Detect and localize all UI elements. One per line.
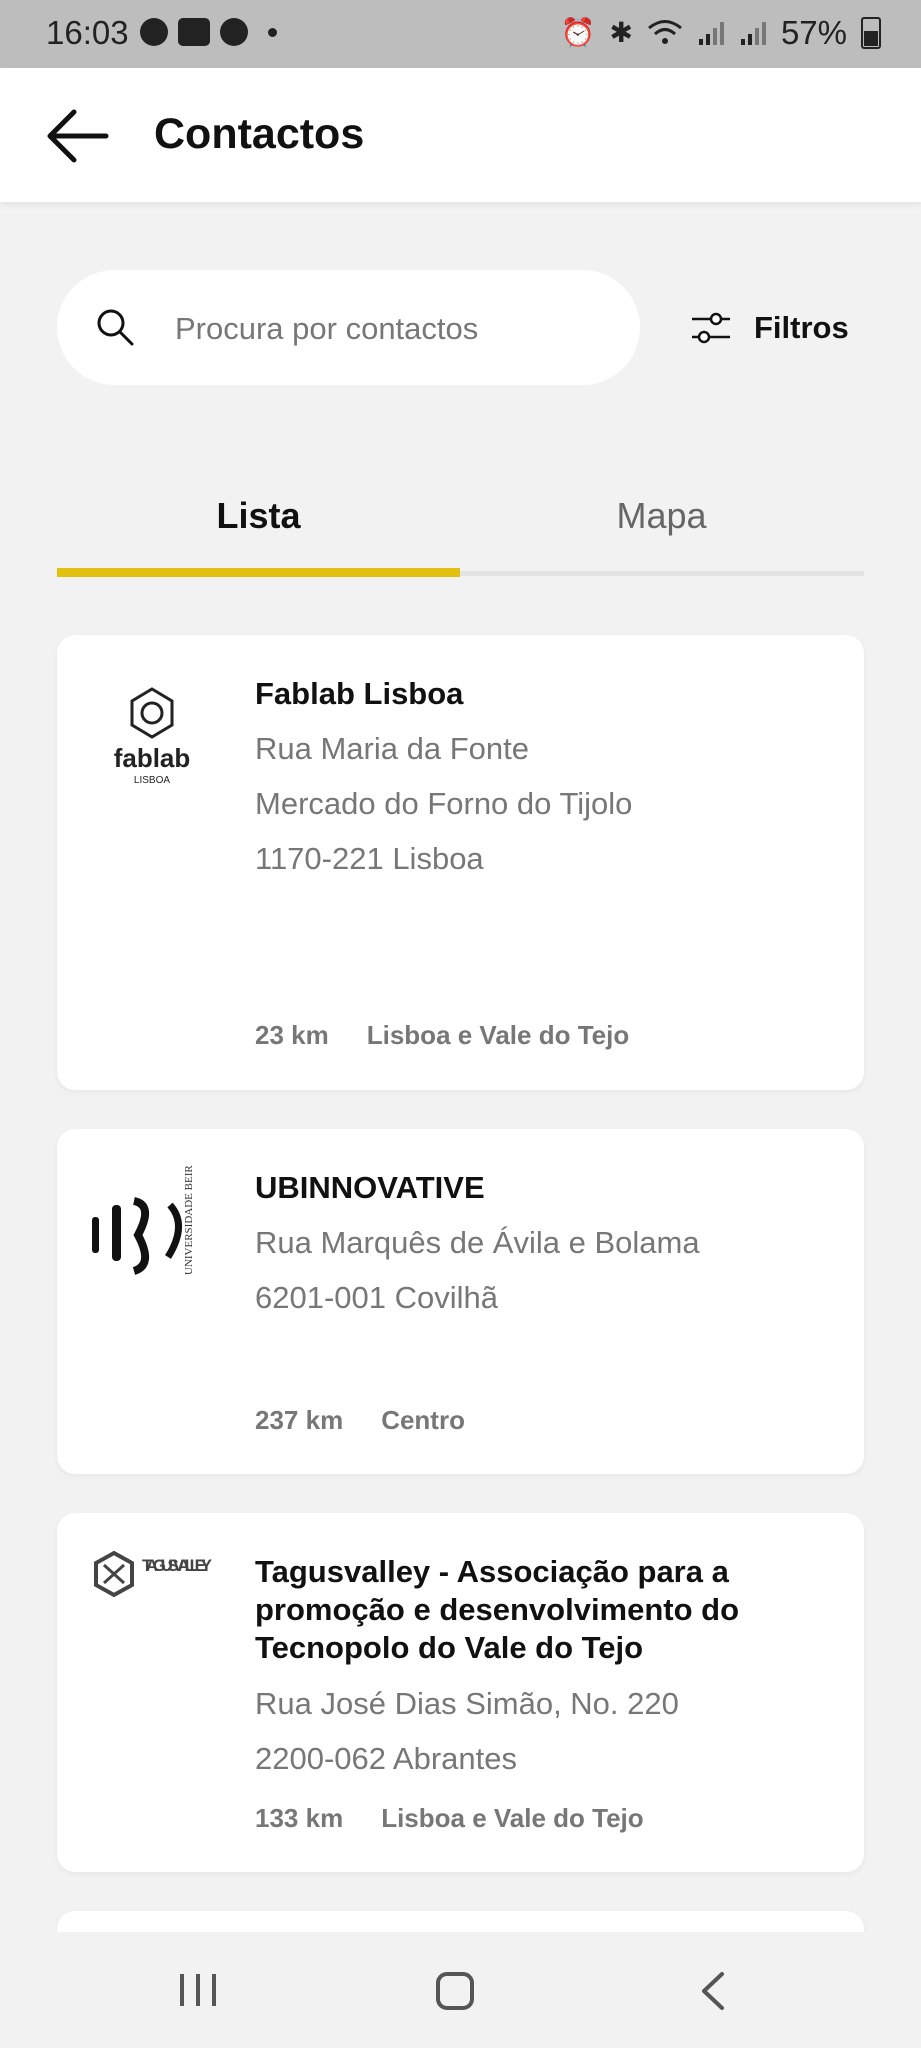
contact-meta: 133 km Lisboa e Vale do Tejo xyxy=(255,1803,644,1834)
status-system-icons: ⏰ ✱ 57% xyxy=(561,14,881,52)
fablab-logo-subtext: LISBOA xyxy=(134,775,170,786)
signal-icon xyxy=(698,22,724,45)
tab-lista[interactable]: Lista xyxy=(57,495,460,575)
app-bar: Contactos xyxy=(0,68,921,202)
filters-label: Filtros xyxy=(754,310,849,345)
bluetooth-icon: ✱ xyxy=(609,17,633,48)
wifi-icon xyxy=(647,20,682,44)
teams-icon xyxy=(178,18,210,46)
tagusvalley-logo-text: TAGUS VALLEY xyxy=(142,1556,213,1575)
contact-card[interactable]: fablab LISBOA Fablab Lisboa Rua Maria da… xyxy=(57,635,864,1090)
fablab-logo: fablab LISBOA xyxy=(92,685,212,795)
more-notifications-icon xyxy=(268,27,277,37)
contact-card[interactable]: UNIVERSIDADE BEIRA INTERIOR UBINNOVATIVE… xyxy=(57,1103,864,1474)
page-title: Contactos xyxy=(154,110,365,158)
status-notification-icons xyxy=(140,18,277,46)
back-icon[interactable] xyxy=(698,1970,728,2012)
filters-button[interactable]: Filtros xyxy=(690,300,849,356)
contact-name: Fablab Lisboa xyxy=(255,676,464,711)
contact-name: UBINNOVATIVE xyxy=(255,1170,485,1205)
contact-address-line: Rua Marquês de Ávila e Bolama xyxy=(255,1225,700,1260)
notification-icon xyxy=(140,18,168,46)
signal-icon xyxy=(740,22,766,45)
status-time: 16:03 xyxy=(46,14,129,51)
ubi-logo-text: UNIVERSIDADE BEIRA INTERIOR xyxy=(183,1165,195,1275)
battery-percent: 57% xyxy=(780,14,847,51)
contact-distance: 237 km xyxy=(255,1405,344,1435)
system-nav-bar xyxy=(0,1932,921,2048)
contact-address-line: 6201-001 Covilhã xyxy=(255,1280,499,1315)
tagusvalley-logo: TAGUS VALLEY xyxy=(92,1549,213,1659)
contact-address-line: 2200-062 Abrantes xyxy=(255,1741,517,1776)
battery-icon xyxy=(861,17,881,49)
contact-distance: 23 km xyxy=(255,1020,329,1050)
contact-region: Centro xyxy=(381,1405,465,1435)
sliders-icon xyxy=(692,312,730,344)
search-icon xyxy=(97,309,134,346)
notification-icon xyxy=(220,18,248,46)
arrow-left-icon[interactable] xyxy=(44,106,110,166)
contact-address-line: 1170-221 Lisboa xyxy=(255,841,484,876)
contact-address-line: Rua Maria da Fonte xyxy=(255,731,529,766)
search-input[interactable] xyxy=(173,300,597,358)
contact-distance: 133 km xyxy=(255,1803,344,1833)
contact-region: Lisboa e Vale do Tejo xyxy=(381,1803,644,1833)
search-box[interactable] xyxy=(57,270,640,385)
contact-card[interactable]: TAGUS VALLEY Tagusvalley - Associação pa… xyxy=(57,1513,864,1872)
tab-active-indicator xyxy=(57,568,460,577)
home-icon[interactable] xyxy=(436,1972,474,2010)
contact-meta: 23 km Lisboa e Vale do Tejo xyxy=(255,1020,629,1051)
ubi-logo: UNIVERSIDADE BEIRA INTERIOR xyxy=(92,1103,212,1275)
contact-address-line: Rua José Dias Simão, No. 220 xyxy=(255,1686,679,1721)
alarm-icon: ⏰ xyxy=(560,17,596,48)
contact-meta: 237 km Centro xyxy=(255,1405,465,1436)
fablab-logo-text: fablab xyxy=(114,743,191,773)
tab-mapa[interactable]: Mapa xyxy=(460,495,863,575)
contact-address-line: Mercado do Forno do Tijolo xyxy=(255,786,633,821)
status-bar: 16:03 ⏰ ✱ 57% xyxy=(0,0,921,68)
contact-name: Tagusvalley - Associação para a promoção… xyxy=(255,1554,740,1665)
recents-icon[interactable] xyxy=(178,1972,218,2008)
contact-region: Lisboa e Vale do Tejo xyxy=(366,1020,630,1050)
